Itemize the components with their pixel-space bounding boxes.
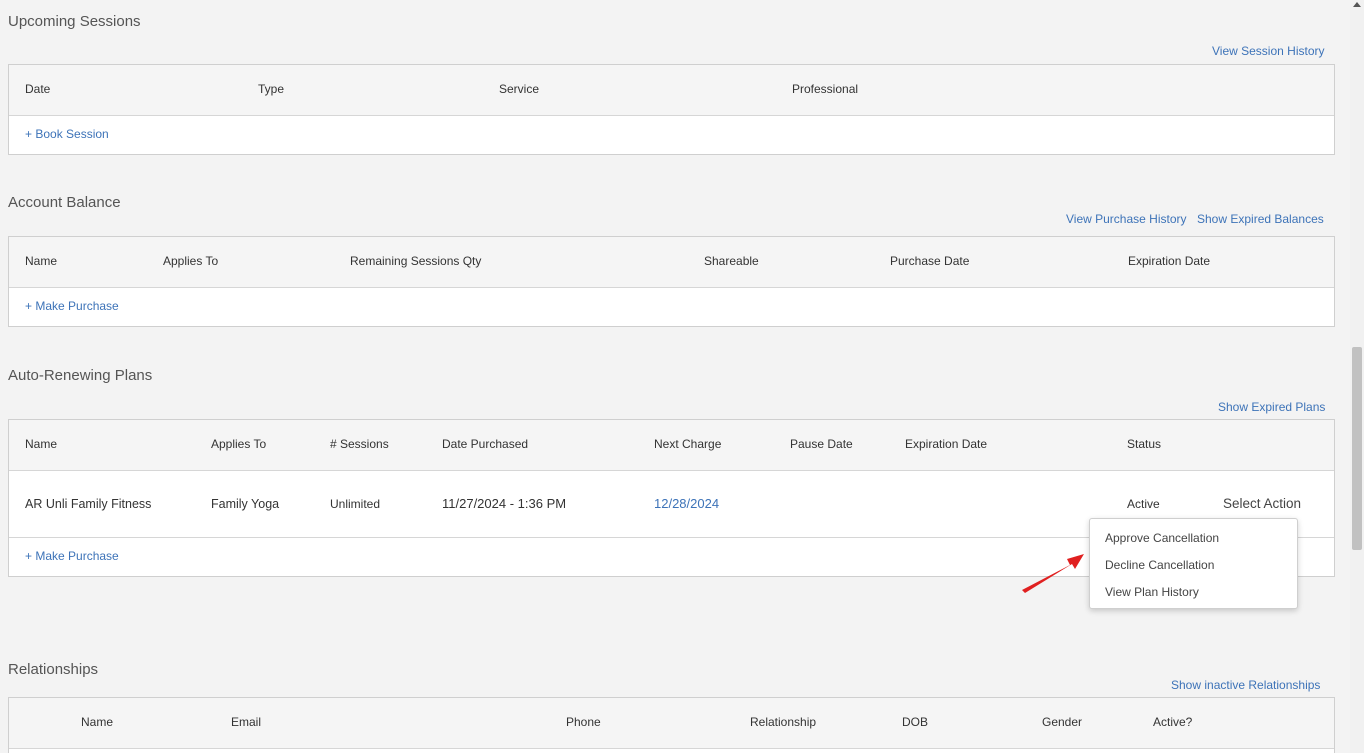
relationships-table: Name Email Phone Relationship DOB Gender… xyxy=(8,697,1335,753)
make-purchase-link[interactable]: + Make Purchase xyxy=(25,299,119,313)
column-header-type[interactable]: Type xyxy=(258,82,284,96)
select-action-menu: Approve Cancellation Decline Cancellatio… xyxy=(1089,518,1298,609)
column-header-name[interactable]: Name xyxy=(25,254,57,268)
column-header-name[interactable]: Name xyxy=(81,715,113,729)
relationships-title: Relationships xyxy=(8,661,99,678)
auto-renewing-plans-title: Auto-Renewing Plans xyxy=(8,367,153,384)
column-header-pause-date[interactable]: Pause Date xyxy=(790,437,853,451)
column-header-dob[interactable]: DOB xyxy=(902,715,928,729)
scroll-up-icon[interactable] xyxy=(1353,2,1361,7)
scrollbar-thumb[interactable] xyxy=(1352,347,1362,550)
column-header-professional[interactable]: Professional xyxy=(792,82,858,96)
column-header-phone[interactable]: Phone xyxy=(566,715,601,729)
column-header-sessions[interactable]: # Sessions xyxy=(330,437,389,451)
annotation-arrow-icon xyxy=(1022,554,1084,593)
make-purchase-link[interactable]: + Make Purchase xyxy=(25,549,119,563)
column-header-date-purchased[interactable]: Date Purchased xyxy=(442,437,528,451)
date-purchased-value: 11/27/2024 - 1:36 PM xyxy=(442,496,567,511)
table-header: Name Applies To Remaining Sessions Qty S… xyxy=(9,237,1334,288)
table-header: Name Email Phone Relationship DOB Gender… xyxy=(9,698,1334,749)
column-header-remaining-sessions[interactable]: Remaining Sessions Qty xyxy=(350,254,481,268)
column-header-next-charge[interactable]: Next Charge xyxy=(654,437,721,451)
table-header: Name Applies To # Sessions Date Purchase… xyxy=(9,420,1334,471)
column-header-purchase-date[interactable]: Purchase Date xyxy=(890,254,969,268)
view-session-history-link[interactable]: View Session History xyxy=(1212,44,1325,58)
column-header-name[interactable]: Name xyxy=(25,437,57,451)
table-header: Date Type Service Professional xyxy=(9,65,1334,116)
view-plan-history-option[interactable]: View Plan History xyxy=(1105,585,1199,599)
column-header-relationship[interactable]: Relationship xyxy=(750,715,816,729)
column-header-shareable[interactable]: Shareable xyxy=(704,254,759,268)
column-header-email[interactable]: Email xyxy=(231,715,261,729)
approve-cancellation-option[interactable]: Approve Cancellation xyxy=(1105,531,1219,545)
column-header-gender[interactable]: Gender xyxy=(1042,715,1082,729)
column-header-applies-to[interactable]: Applies To xyxy=(163,254,218,268)
decline-cancellation-option[interactable]: Decline Cancellation xyxy=(1105,558,1214,572)
column-header-active[interactable]: Active? xyxy=(1153,715,1192,729)
view-purchase-history-link[interactable]: View Purchase History xyxy=(1066,212,1187,226)
column-header-expiration-date[interactable]: Expiration Date xyxy=(1128,254,1210,268)
upcoming-sessions-table: Date Type Service Professional + Book Se… xyxy=(8,64,1335,155)
next-charge-link[interactable]: 12/28/2024 xyxy=(654,496,719,511)
status-value: Active xyxy=(1127,497,1160,511)
show-expired-balances-link[interactable]: Show Expired Balances xyxy=(1197,212,1324,226)
applies-to-link[interactable]: Family Yoga xyxy=(211,497,279,511)
select-action-dropdown[interactable]: Select Action xyxy=(1223,496,1301,511)
column-header-expiration-date[interactable]: Expiration Date xyxy=(905,437,987,451)
account-balance-table: Name Applies To Remaining Sessions Qty S… xyxy=(8,236,1335,327)
plan-name-link[interactable]: AR Unli Family Fitness xyxy=(25,497,151,511)
column-header-applies-to[interactable]: Applies To xyxy=(211,437,266,451)
show-inactive-relationships-link[interactable]: Show inactive Relationships xyxy=(1171,678,1320,692)
column-header-status[interactable]: Status xyxy=(1127,437,1161,451)
sessions-value: Unlimited xyxy=(330,497,381,511)
account-balance-title: Account Balance xyxy=(8,194,121,211)
upcoming-sessions-title: Upcoming Sessions xyxy=(8,13,141,30)
book-session-link[interactable]: + Book Session xyxy=(25,127,109,141)
show-expired-plans-link[interactable]: Show Expired Plans xyxy=(1218,400,1325,414)
column-header-service[interactable]: Service xyxy=(499,82,539,96)
column-header-date[interactable]: Date xyxy=(25,82,50,96)
